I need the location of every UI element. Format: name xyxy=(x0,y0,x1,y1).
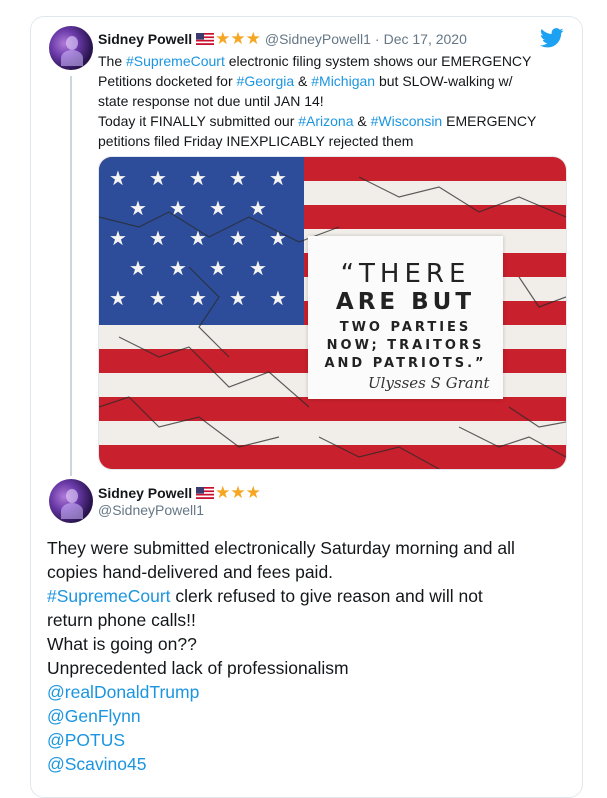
tweet2-text: They were submitted electronically Satur… xyxy=(47,536,577,776)
svg-text:★: ★ xyxy=(109,286,127,310)
author-handle[interactable]: @SidneyPowell1 xyxy=(98,502,204,518)
text-line: state response not due until JAN 14! xyxy=(98,91,568,111)
mention-link[interactable]: @realDonaldTrump xyxy=(47,682,199,702)
svg-text:★: ★ xyxy=(229,166,247,190)
svg-text:★: ★ xyxy=(249,256,267,280)
quote-line: NOW; TRAITORS xyxy=(326,338,485,353)
text-line: petitions filed Friday INEXPLICABLY reje… xyxy=(98,131,568,151)
text-line: @GenFlynn xyxy=(47,704,577,728)
mention-link[interactable]: @GenFlynn xyxy=(47,706,141,726)
svg-text:★: ★ xyxy=(209,256,227,280)
tweet1-header: Sidney Powell ★★★ @SidneyPowell1 · Dec 1… xyxy=(98,29,467,49)
quote-line: ARE BUT xyxy=(335,289,476,315)
text-segment: petitions filed Friday INEXPLICABLY reje… xyxy=(98,133,414,149)
svg-text:★: ★ xyxy=(229,286,247,310)
text-segment: electronic filing system shows our EMERG… xyxy=(224,53,532,69)
author-name[interactable]: Sidney Powell xyxy=(98,485,192,501)
us-flag-icon xyxy=(196,487,215,499)
text-segment: but SLOW-walking w/ xyxy=(375,73,513,89)
text-segment: return phone calls!! xyxy=(47,610,196,630)
svg-text:★: ★ xyxy=(249,196,267,220)
svg-text:★: ★ xyxy=(149,286,167,310)
svg-text:★: ★ xyxy=(109,166,127,190)
text-segment: Today it FINALLY submitted our xyxy=(98,113,299,129)
thread-connector-line xyxy=(70,76,72,476)
text-segment: The xyxy=(98,53,127,69)
svg-text:★: ★ xyxy=(189,286,207,310)
svg-text:★: ★ xyxy=(109,226,127,250)
svg-text:★: ★ xyxy=(269,286,287,310)
text-line: @realDonaldTrump xyxy=(47,680,577,704)
avatar[interactable] xyxy=(49,479,93,523)
tweet1-text: The #SupremeCourt electronic filing syst… xyxy=(98,51,568,151)
text-segment: & xyxy=(294,73,312,89)
svg-text:★: ★ xyxy=(269,166,287,190)
hashtag-link[interactable]: #Wisconsin xyxy=(371,113,443,129)
text-segment: They were submitted electronically Satur… xyxy=(47,538,515,558)
text-segment: copies hand-delivered and fees paid. xyxy=(47,562,334,582)
svg-text:★: ★ xyxy=(149,166,167,190)
text-segment: & xyxy=(353,113,371,129)
hashtag-link[interactable]: #Michigan xyxy=(311,73,375,89)
tweet-date[interactable]: Dec 17, 2020 xyxy=(384,31,467,47)
text-line: #SupremeCourt clerk refused to give reas… xyxy=(47,584,577,608)
text-segment: Petitions docketed for xyxy=(98,73,237,89)
avatar[interactable] xyxy=(49,26,93,70)
star-icons: ★★★ xyxy=(215,483,261,502)
svg-text:★: ★ xyxy=(229,226,247,250)
text-segment: state response not due until JAN 14! xyxy=(98,93,324,109)
quote-signature: Ulysses S Grant xyxy=(368,374,490,392)
us-flag-icon xyxy=(196,33,215,45)
text-line: The #SupremeCourt electronic filing syst… xyxy=(98,51,568,71)
text-line: @Scavino45 xyxy=(47,752,577,776)
text-line: What is going on?? xyxy=(47,632,577,656)
quote-box: “THERE ARE BUT TWO PARTIES NOW; TRAITORS… xyxy=(308,236,503,399)
quote-line: TWO PARTIES xyxy=(339,320,472,335)
text-line: Unprecedented lack of professionalism xyxy=(47,656,577,680)
text-line: @POTUS xyxy=(47,728,577,752)
quote-line: AND PATRIOTS.” xyxy=(324,356,487,371)
tweet-image[interactable]: ★ ★ ★ ★ ★ ★ ★ ★ ★ ★ ★ ★ ★ ★ ★ ★ ★ ★ ★ ★ ★ ★ ★ “THERE ARE B… xyxy=(98,156,567,470)
svg-text:★: ★ xyxy=(129,256,147,280)
text-segment: EMERGENCY xyxy=(442,113,537,129)
mention-link[interactable]: @Scavino45 xyxy=(47,754,147,774)
svg-text:★: ★ xyxy=(269,226,287,250)
author-handle[interactable]: @SidneyPowell1 xyxy=(265,31,371,47)
svg-text:★: ★ xyxy=(129,196,147,220)
text-line: They were submitted electronically Satur… xyxy=(47,536,577,560)
author-name[interactable]: Sidney Powell xyxy=(98,31,192,47)
svg-text:★: ★ xyxy=(209,196,227,220)
text-segment: Unprecedented lack of professionalism xyxy=(47,658,349,678)
text-line: copies hand-delivered and fees paid. xyxy=(47,560,577,584)
separator-dot: · xyxy=(374,31,380,47)
hashtag-link[interactable]: #Georgia xyxy=(237,73,295,89)
mention-link[interactable]: @POTUS xyxy=(47,730,125,750)
text-line: Today it FINALLY submitted our #Arizona … xyxy=(98,111,568,131)
text-line: Petitions docketed for #Georgia & #Michi… xyxy=(98,71,568,91)
svg-text:★: ★ xyxy=(149,226,167,250)
hashtag-link[interactable]: #Arizona xyxy=(298,113,353,129)
tweet2-handle-row: @SidneyPowell1 xyxy=(98,502,204,518)
text-line: return phone calls!! xyxy=(47,608,577,632)
tweet2-header: Sidney Powell ★★★ xyxy=(98,483,261,503)
twitter-bird-icon[interactable] xyxy=(540,27,564,49)
quote-line: “THERE xyxy=(340,259,471,289)
hashtag-link[interactable]: #SupremeCourt xyxy=(47,586,171,606)
svg-text:★: ★ xyxy=(169,256,187,280)
svg-text:★: ★ xyxy=(189,166,207,190)
star-icons: ★★★ xyxy=(215,29,261,48)
text-segment: clerk refused to give reason and will no… xyxy=(170,586,483,606)
hashtag-link[interactable]: #SupremeCourt xyxy=(126,53,225,69)
svg-text:★: ★ xyxy=(169,196,187,220)
text-segment: What is going on?? xyxy=(47,634,197,654)
